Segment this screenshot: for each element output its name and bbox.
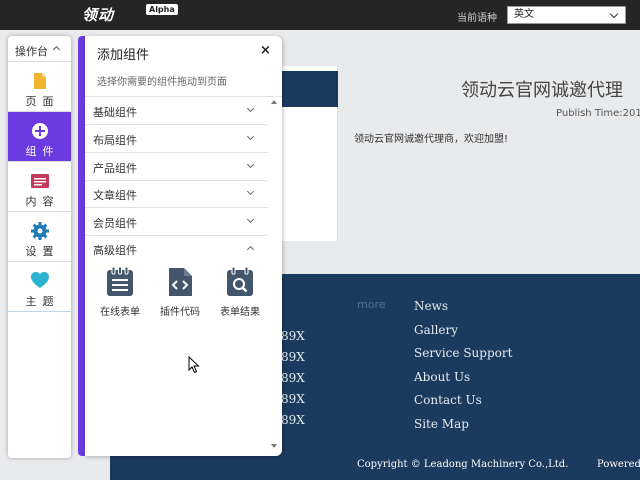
footer-number: 89X xyxy=(281,392,305,406)
chevron-down-icon xyxy=(246,104,255,113)
chevron-down-icon xyxy=(246,160,255,169)
page-icon xyxy=(34,73,46,89)
gear-icon xyxy=(31,222,49,240)
chevron-down-icon xyxy=(246,215,255,224)
preview-banner xyxy=(280,71,338,107)
widget-label: 在线表单 xyxy=(100,307,140,318)
footer-link-news[interactable]: News xyxy=(414,299,448,313)
preview-article-text[interactable]: 领动云官网诚邀代理商，欢迎加盟! xyxy=(354,130,508,145)
footer-number: 89X xyxy=(281,413,305,427)
preview-publish-time: Publish Time:201 xyxy=(556,108,640,119)
category-label: 会员组件 xyxy=(93,217,137,230)
scroll-up-icon[interactable] xyxy=(271,100,277,104)
top-bar: 领动 Alpha 当前语种 英文 xyxy=(0,0,640,30)
toolbar-item-label: 页面 xyxy=(25,95,60,108)
footer-link-contact-us[interactable]: Contact Us xyxy=(414,393,482,407)
toolbar-item-label: 设置 xyxy=(25,245,60,258)
operation-toolbar: 操作台 页面 组件 内容 设置 主题 xyxy=(8,36,71,458)
toolbar-item-label: 内容 xyxy=(25,195,60,208)
toolbar-item-theme[interactable]: 主题 xyxy=(8,262,71,312)
category-article[interactable]: 文章组件 xyxy=(85,180,268,208)
category-label: 布局组件 xyxy=(93,134,137,147)
widget-form-result[interactable]: 表单结果 xyxy=(210,265,270,321)
widget-plugin-code[interactable]: 插件代码 xyxy=(150,265,210,321)
widget-online-form[interactable]: 在线表单 xyxy=(90,265,150,321)
toolbar-item-components[interactable]: 组件 xyxy=(8,112,71,162)
widget-label: 表单结果 xyxy=(220,307,260,318)
scroll-down-icon[interactable] xyxy=(271,444,277,448)
mouse-cursor-icon xyxy=(188,356,200,374)
language-label: 当前语种 xyxy=(457,13,497,24)
category-label: 基础组件 xyxy=(93,106,137,119)
footer-number: 89X xyxy=(281,371,305,385)
footer-number: 89X xyxy=(281,329,305,343)
category-label: 高级组件 xyxy=(93,244,137,257)
widget-label: 插件代码 xyxy=(160,307,200,318)
preview-headline: 领动云官网诚邀代理 xyxy=(461,80,623,101)
toolbar-item-content[interactable]: 内容 xyxy=(8,162,71,212)
footer-powered: Powered xyxy=(597,459,640,470)
category-label: 文章组件 xyxy=(93,189,137,202)
footer-link-gallery[interactable]: Gallery xyxy=(414,323,458,337)
footer-link-about-us[interactable]: About Us xyxy=(414,370,470,384)
toolbar-item-label: 组件 xyxy=(25,145,60,158)
heart-icon xyxy=(31,272,49,288)
online-form-icon xyxy=(107,267,133,296)
footer-more-link[interactable]: more xyxy=(357,298,386,311)
chevron-down-icon xyxy=(609,9,619,19)
footer-number: 89X xyxy=(281,350,305,364)
add-component-panel: 添加组件 × 选择你需要的组件拖动到页面 基础组件 布局组件 产品组件 文章组件… xyxy=(85,36,282,456)
chevron-up-icon xyxy=(246,245,255,254)
category-basic[interactable]: 基础组件 xyxy=(85,97,268,125)
language-value: 英文 xyxy=(514,9,534,20)
content-icon xyxy=(31,174,49,188)
toolbar-item-label: 主题 xyxy=(25,295,60,308)
toolbar-header-label: 操作台 xyxy=(15,45,48,58)
category-layout[interactable]: 布局组件 xyxy=(85,125,268,153)
category-label: 产品组件 xyxy=(93,162,137,175)
chevron-down-icon xyxy=(246,187,255,196)
panel-scrollbar[interactable] xyxy=(268,97,278,454)
plugin-code-icon xyxy=(169,268,192,296)
category-advanced[interactable]: 高级组件 xyxy=(85,235,268,263)
close-icon[interactable]: × xyxy=(260,43,271,58)
form-result-icon xyxy=(227,267,253,296)
footer-link-service-support[interactable]: Service Support xyxy=(414,346,512,360)
footer-link-site-map[interactable]: Site Map xyxy=(414,417,469,431)
category-product[interactable]: 产品组件 xyxy=(85,153,268,181)
chevron-down-icon xyxy=(246,132,255,141)
toolbar-item-page[interactable]: 页面 xyxy=(8,62,71,112)
logo: 领动 xyxy=(82,6,115,24)
chevron-up-icon xyxy=(52,45,61,54)
footer-copyright: Copyright © Leadong Machinery Co.,Ltd. xyxy=(357,459,569,470)
language-select[interactable]: 英文 xyxy=(507,6,626,24)
toolbar-header[interactable]: 操作台 xyxy=(8,36,71,62)
category-member[interactable]: 会员组件 xyxy=(85,208,268,236)
alpha-badge: Alpha xyxy=(146,4,178,15)
toolbar-item-settings[interactable]: 设置 xyxy=(8,212,71,262)
panel-subtitle: 选择你需要的组件拖动到页面 xyxy=(97,77,227,88)
panel-title: 添加组件 xyxy=(97,48,150,63)
plus-circle-icon xyxy=(32,123,48,139)
